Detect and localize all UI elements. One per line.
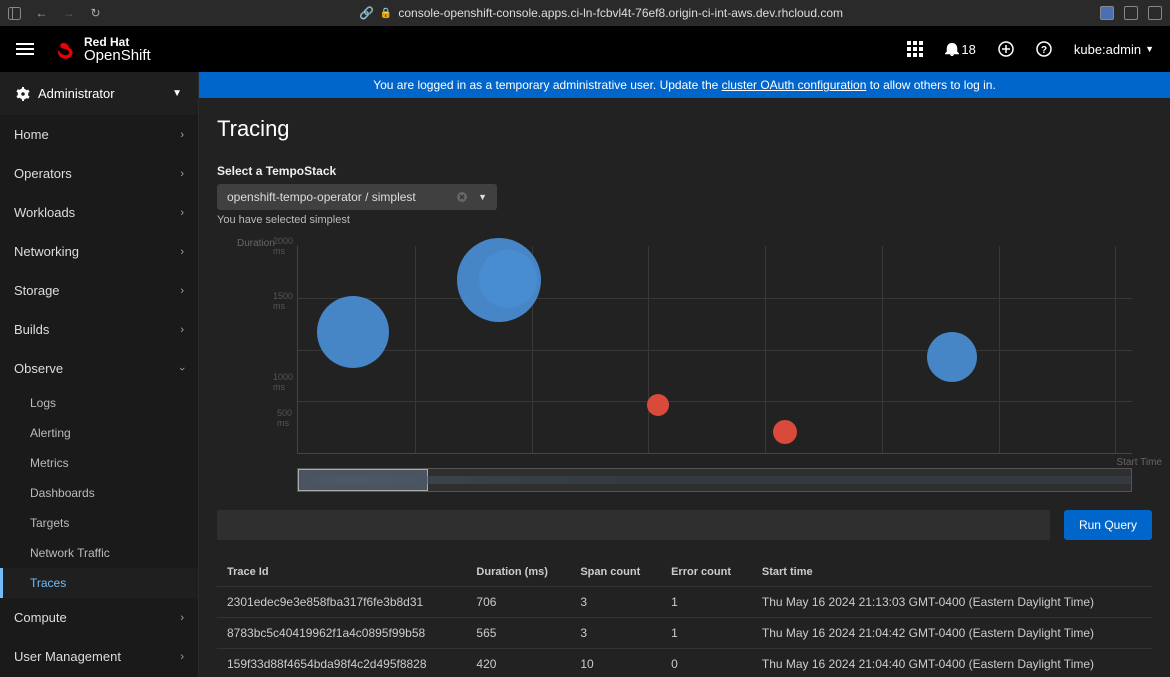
sidebar-item-observe[interactable]: Observe›	[0, 349, 198, 388]
help-icon[interactable]: ?	[1036, 41, 1052, 57]
chevron-down-icon: ›	[176, 367, 188, 371]
browser-chrome: ← → ↻ 🔗 🔒 console-openshift-console.apps…	[0, 0, 1170, 26]
sidebar: Administrator ▼ Home› Operators› Workloa…	[0, 72, 199, 677]
import-icon[interactable]	[998, 41, 1014, 57]
table-row[interactable]: 8783bc5c40419962f1a4c0895f99b5856531Thu …	[217, 618, 1152, 649]
trace-table: Trace Id Duration (ms) Span count Error …	[217, 558, 1152, 677]
brand-logo[interactable]: Red Hat OpenShift	[54, 36, 151, 63]
info-banner: You are logged in as a temporary adminis…	[199, 72, 1170, 98]
query-input[interactable]	[217, 510, 1050, 540]
hamburger-icon[interactable]	[16, 43, 34, 55]
sidebar-toggle-icon[interactable]	[8, 7, 21, 20]
notifications-button[interactable]: 18	[945, 42, 975, 57]
trace-bubble-error[interactable]	[647, 394, 669, 416]
col-error-count[interactable]: Error count	[661, 558, 752, 587]
back-icon[interactable]: ←	[35, 7, 48, 20]
banner-oauth-link[interactable]: cluster OAuth configuration	[722, 78, 867, 92]
reload-icon[interactable]: ↻	[89, 7, 102, 20]
sidebar-sub-alerting[interactable]: Alerting	[0, 418, 198, 448]
lock-icon: 🔒	[380, 8, 392, 19]
chevron-down-icon: ▼	[1145, 44, 1154, 54]
brand-text-bottom: OpenShift	[84, 48, 151, 63]
bell-icon	[945, 42, 959, 56]
chart-grid	[297, 246, 1132, 454]
table-row[interactable]: 159f33d88f4654bda98f4c2d495f8828420100Th…	[217, 649, 1152, 677]
chevron-right-icon: ›	[180, 324, 184, 336]
user-menu[interactable]: kube:admin ▼	[1074, 42, 1154, 57]
sidebar-item-storage[interactable]: Storage›	[0, 271, 198, 310]
app-launcher-icon[interactable]	[907, 41, 923, 57]
tempostack-value: openshift-tempo-operator / simplest	[227, 190, 416, 204]
panel-icon[interactable]	[1148, 6, 1162, 20]
tab-overview-icon[interactable]	[1124, 6, 1138, 20]
chevron-right-icon: ›	[180, 285, 184, 297]
chart-xlabel: Start Time	[1116, 457, 1162, 468]
sidebar-item-operators[interactable]: Operators›	[0, 154, 198, 193]
clear-icon[interactable]	[456, 191, 468, 203]
chevron-right-icon: ›	[180, 168, 184, 180]
tempostack-select[interactable]: openshift-tempo-operator / simplest ▼	[217, 184, 497, 210]
link-icon: 🔗	[359, 6, 374, 20]
sidebar-sub-metrics[interactable]: Metrics	[0, 448, 198, 478]
main-content: You are logged in as a temporary adminis…	[199, 72, 1170, 677]
trace-scatter-chart[interactable]: Duration 2000 ms 1500 ms 1000 ms 500 ms	[277, 246, 1132, 466]
svg-text:?: ?	[1041, 45, 1047, 56]
browser-url[interactable]: console-openshift-console.apps.ci-ln-fcb…	[398, 6, 843, 20]
trace-bubble[interactable]	[317, 296, 389, 368]
tempostack-hint: You have selected simplest	[217, 214, 1152, 226]
sidebar-sub-logs[interactable]: Logs	[0, 388, 198, 418]
perspective-switcher[interactable]: Administrator ▼	[0, 72, 198, 115]
trace-bubble[interactable]	[927, 332, 977, 382]
col-span-count[interactable]: Span count	[570, 558, 661, 587]
col-trace-id[interactable]: Trace Id	[217, 558, 466, 587]
time-brush[interactable]	[297, 468, 1132, 492]
gear-icon	[16, 87, 30, 101]
trace-bubble[interactable]	[479, 250, 537, 308]
brush-selection[interactable]	[298, 469, 428, 491]
sidebar-item-user-management[interactable]: User Management›	[0, 637, 198, 676]
chevron-right-icon: ›	[180, 207, 184, 219]
run-query-button[interactable]: Run Query	[1064, 510, 1152, 540]
sidebar-item-home[interactable]: Home›	[0, 115, 198, 154]
chevron-right-icon: ›	[180, 129, 184, 141]
redhat-logo-icon	[54, 38, 76, 60]
trace-bubble-error[interactable]	[773, 420, 797, 444]
table-row[interactable]: 2301edec9e3e858fba317f6fe3b8d3170631Thu …	[217, 587, 1152, 618]
col-duration[interactable]: Duration (ms)	[466, 558, 570, 587]
tempostack-label: Select a TempoStack	[217, 164, 1152, 178]
col-start-time[interactable]: Start time	[752, 558, 1152, 587]
sidebar-item-networking[interactable]: Networking›	[0, 232, 198, 271]
perspective-label: Administrator	[38, 86, 115, 101]
chevron-down-icon: ▼	[478, 192, 487, 202]
chevron-right-icon: ›	[180, 612, 184, 624]
chevron-right-icon: ›	[180, 651, 184, 663]
sidebar-item-builds[interactable]: Builds›	[0, 310, 198, 349]
sidebar-sub-network-traffic[interactable]: Network Traffic	[0, 538, 198, 568]
masthead: Red Hat OpenShift 18 ? kube:admin ▼	[0, 26, 1170, 72]
sidebar-sub-dashboards[interactable]: Dashboards	[0, 478, 198, 508]
chart-ylabel: Duration	[237, 238, 275, 249]
forward-icon[interactable]: →	[62, 7, 75, 20]
sidebar-item-workloads[interactable]: Workloads›	[0, 193, 198, 232]
chevron-right-icon: ›	[180, 246, 184, 258]
sidebar-sub-targets[interactable]: Targets	[0, 508, 198, 538]
notification-count: 18	[961, 42, 975, 57]
extension-icon[interactable]	[1100, 6, 1114, 20]
chevron-down-icon: ▼	[172, 88, 182, 99]
page-title: Tracing	[217, 116, 1152, 142]
brand-text-top: Red Hat	[84, 36, 151, 48]
sidebar-item-compute[interactable]: Compute›	[0, 598, 198, 637]
sidebar-sub-traces[interactable]: Traces	[0, 568, 198, 598]
